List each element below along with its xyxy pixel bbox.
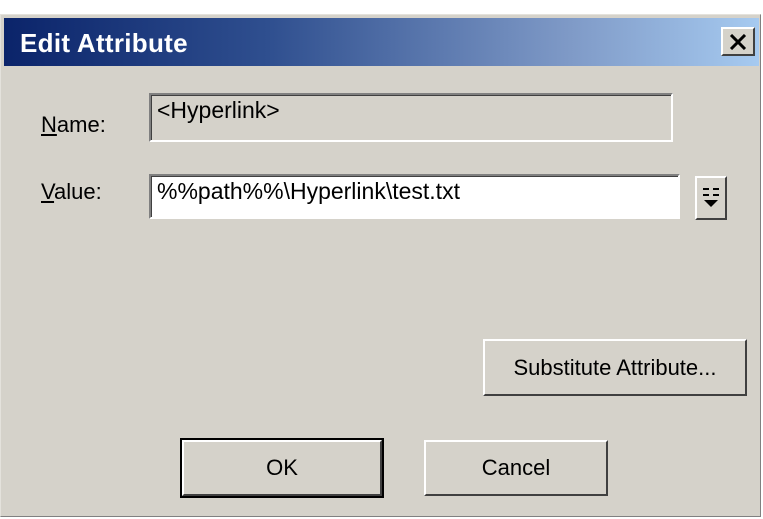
value-label: Value: (41, 179, 102, 204)
substitute-attribute-label: Substitute Attribute... (513, 354, 717, 380)
value-text: %%path%%\Hyperlink\test.txt (157, 178, 460, 204)
dialog-title: Edit Attribute (20, 28, 188, 58)
cancel-button[interactable]: Cancel (424, 440, 608, 496)
name-value: <Hyperlink> (157, 97, 280, 123)
value-input[interactable]: %%path%%\Hyperlink\test.txt (149, 174, 680, 219)
ok-button[interactable]: OK (180, 438, 384, 498)
value-dropdown-button[interactable] (695, 176, 727, 220)
dropdown-list-icon (703, 188, 719, 207)
substitute-attribute-button[interactable]: Substitute Attribute... (483, 339, 747, 396)
cancel-label: Cancel (481, 455, 551, 480)
ok-label: OK (266, 455, 298, 480)
name-label: Name: (41, 112, 106, 137)
close-button[interactable] (721, 27, 755, 56)
title-bar[interactable]: Edit Attribute (4, 18, 759, 66)
name-field: <Hyperlink> (149, 93, 673, 142)
close-icon (729, 33, 747, 50)
edit-attribute-dialog: Edit Attribute Name: <Hyperlink> Value: … (0, 14, 761, 517)
